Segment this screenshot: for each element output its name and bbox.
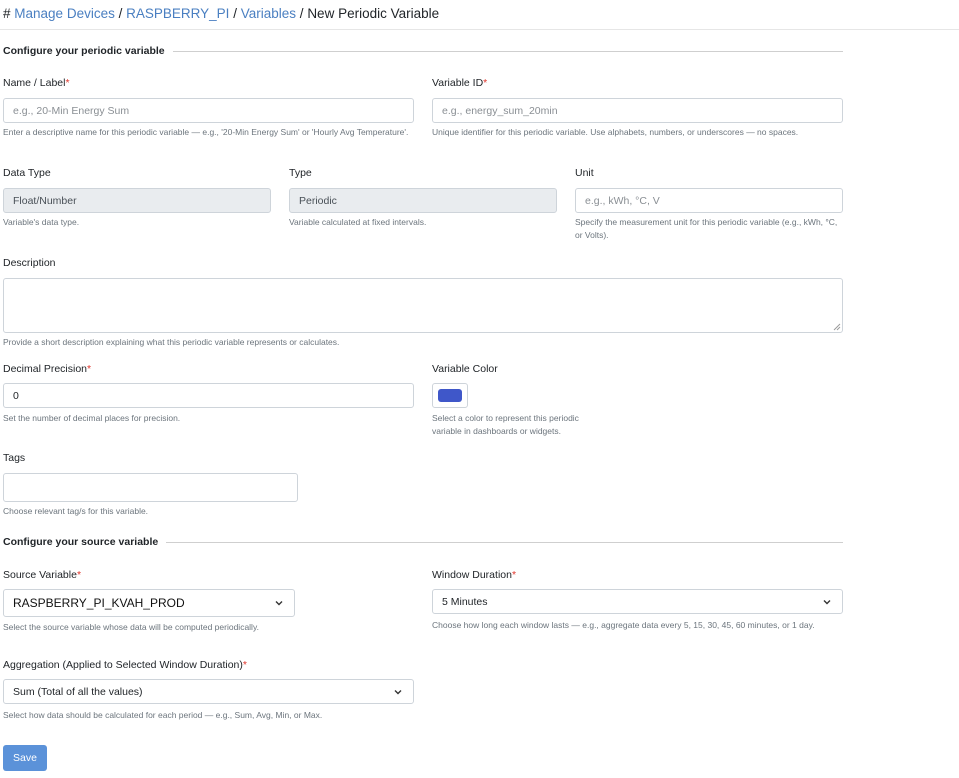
window-duration-label: Window Duration* xyxy=(432,569,516,581)
section-periodic-heading: Configure your periodic variable xyxy=(3,45,843,57)
decimal-precision-input[interactable]: 0 xyxy=(3,383,414,408)
variable-color-picker[interactable] xyxy=(432,383,468,408)
decimal-precision-label-text: Decimal Precision xyxy=(3,363,88,375)
unit-help: Specify the measurement unit for this pe… xyxy=(575,217,838,240)
variable-id-label-text: Variable ID xyxy=(432,77,484,89)
source-variable-select[interactable]: RASPBERRY_PI_KVAH_PROD xyxy=(3,589,295,617)
section-periodic-title: Configure your periodic variable xyxy=(3,45,165,57)
variable-color-help-line1: Select a color to represent this periodi… xyxy=(432,413,579,423)
breadcrumb-manage-devices-link[interactable]: Manage Devices xyxy=(14,6,115,21)
type-value: Periodic xyxy=(299,194,337,207)
aggregation-label: Aggregation (Applied to Selected Window … xyxy=(3,659,247,671)
required-mark: * xyxy=(242,659,247,671)
source-variable-value: RASPBERRY_PI_KVAH_PROD xyxy=(13,596,185,610)
data-type-help: Variable's data type. xyxy=(3,217,80,227)
window-duration-select[interactable]: 5 Minutes xyxy=(432,589,843,614)
section-divider xyxy=(172,50,843,52)
variable-color-label: Variable Color xyxy=(432,363,498,375)
variable-id-input[interactable]: e.g., energy_sum_20min xyxy=(432,98,843,123)
breadcrumb-variables-link[interactable]: Variables xyxy=(241,6,296,21)
breadcrumb: # Manage Devices / RASPBERRY_PI / Variab… xyxy=(3,6,439,21)
data-type-field: Float/Number xyxy=(3,188,271,213)
unit-input-placeholder: e.g., kWh, °C, V xyxy=(585,194,660,207)
data-type-label: Data Type xyxy=(3,167,51,179)
variable-color-help: Select a color to represent this periodi… xyxy=(432,412,579,438)
variable-id-input-placeholder: e.g., energy_sum_20min xyxy=(442,104,558,117)
decimal-precision-help: Set the number of decimal places for pre… xyxy=(3,413,181,423)
aggregation-label-text: Aggregation (Applied to Selected Window … xyxy=(3,659,243,671)
source-variable-label-text: Source Variable xyxy=(3,569,77,581)
chevron-down-icon xyxy=(394,689,402,694)
name-input[interactable]: e.g., 20-Min Energy Sum xyxy=(3,98,414,123)
color-swatch xyxy=(438,389,462,402)
source-variable-label: Source Variable* xyxy=(3,569,81,581)
tags-input[interactable] xyxy=(3,473,298,502)
decimal-precision-label: Decimal Precision* xyxy=(3,363,91,375)
aggregation-value: Sum (Total of all the values) xyxy=(13,685,143,698)
unit-input[interactable]: e.g., kWh, °C, V xyxy=(575,188,843,213)
section-divider xyxy=(166,541,843,543)
name-label-text: Name / Label xyxy=(3,77,66,89)
window-duration-value: 5 Minutes xyxy=(442,595,488,608)
breadcrumb-device-link[interactable]: RASPBERRY_PI xyxy=(126,6,229,21)
required-mark: * xyxy=(65,77,70,89)
breadcrumb-prefix: # xyxy=(3,6,11,21)
aggregation-help: Select how data should be calculated for… xyxy=(3,710,323,720)
variable-id-help: Unique identifier for this periodic vari… xyxy=(432,127,799,137)
window-duration-help: Choose how long each window lasts — e.g.… xyxy=(432,620,815,630)
type-help: Variable calculated at fixed intervals. xyxy=(289,217,427,227)
description-textarea[interactable] xyxy=(3,278,843,333)
breadcrumb-current-page: New Periodic Variable xyxy=(307,6,440,21)
header-divider xyxy=(0,29,959,30)
chevron-down-icon xyxy=(275,601,283,606)
required-mark: * xyxy=(483,77,488,89)
required-mark: * xyxy=(511,569,517,581)
window-duration-label-text: Window Duration xyxy=(432,569,512,581)
description-label: Description xyxy=(3,257,56,269)
tags-help: Choose relevant tag/s for this variable. xyxy=(3,506,149,516)
aggregation-select[interactable]: Sum (Total of all the values) xyxy=(3,679,414,704)
save-button[interactable]: Save xyxy=(3,745,47,771)
section-source-heading: Configure your source variable xyxy=(3,536,843,548)
type-field: Periodic xyxy=(289,188,557,213)
decimal-precision-value: 0 xyxy=(13,389,19,402)
source-variable-help: Select the source variable whose data wi… xyxy=(3,622,259,632)
unit-label: Unit xyxy=(575,167,594,179)
type-label: Type xyxy=(289,167,312,179)
name-input-placeholder: e.g., 20-Min Energy Sum xyxy=(13,104,130,117)
name-help: Enter a descriptive name for this period… xyxy=(3,127,409,137)
variable-color-help-line2: variable in dashboards or widgets. xyxy=(432,426,561,436)
breadcrumb-separator: / xyxy=(233,6,237,21)
chevron-down-icon xyxy=(823,599,831,604)
breadcrumb-separator: / xyxy=(118,6,123,21)
data-type-value: Float/Number xyxy=(13,194,77,207)
required-mark: * xyxy=(87,363,92,375)
breadcrumb-separator: / xyxy=(299,6,304,21)
resize-grip-icon[interactable] xyxy=(833,323,841,331)
required-mark: * xyxy=(76,569,82,581)
variable-id-label: Variable ID* xyxy=(432,77,487,89)
tags-label: Tags xyxy=(3,452,26,464)
section-source-title: Configure your source variable xyxy=(3,536,159,548)
description-help: Provide a short description explaining w… xyxy=(3,337,340,347)
name-label: Name / Label* xyxy=(3,77,70,89)
